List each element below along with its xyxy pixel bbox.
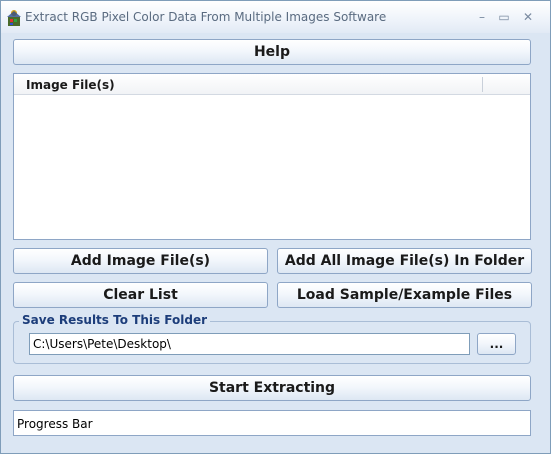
close-button[interactable]: ✕ [517,7,539,27]
maximize-button[interactable]: ▭ [493,7,515,27]
add-folder-button[interactable]: Add All Image File(s) In Folder [277,248,532,274]
progress-bar: Progress Bar [13,410,531,436]
title-bar[interactable]: Extract RGB Pixel Color Data From Multip… [1,1,550,33]
app-window: Extract RGB Pixel Color Data From Multip… [0,0,551,454]
start-extracting-button[interactable]: Start Extracting [13,375,531,401]
output-folder-field[interactable] [29,333,470,355]
window-title: Extract RGB Pixel Color Data From Multip… [25,10,387,24]
save-results-legend: Save Results To This Folder [19,313,211,327]
clear-list-button[interactable]: Clear List [13,282,268,308]
list-header: Image File(s) [14,74,530,95]
progress-label: Progress Bar [17,417,93,431]
browse-folder-button[interactable]: ... [477,333,516,355]
column-header-image-files[interactable]: Image File(s) [26,78,115,92]
load-sample-button[interactable]: Load Sample/Example Files [277,282,532,308]
column-separator[interactable] [482,77,483,92]
image-file-list[interactable]: Image File(s) [13,73,531,240]
add-image-files-button[interactable]: Add Image File(s) [13,248,268,274]
minimize-button[interactable]: – [471,7,493,27]
app-icon [7,10,21,26]
help-button[interactable]: Help [13,39,531,65]
